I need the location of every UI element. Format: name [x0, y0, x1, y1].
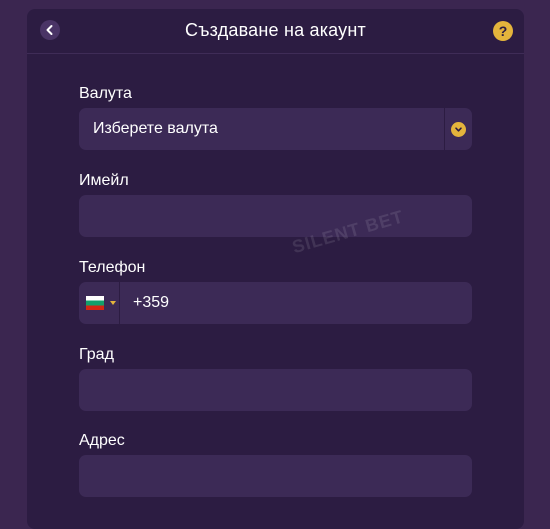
city-field-box [79, 369, 472, 411]
currency-label: Валута [79, 85, 132, 102]
chevron-down-icon[interactable] [451, 122, 466, 137]
phone-prefix: +359 [133, 294, 170, 311]
phone-field[interactable]: +359 [79, 282, 472, 324]
address-field-box [79, 455, 472, 497]
city-field[interactable] [79, 369, 472, 411]
header-bar: Създаване на акаунт ? [27, 9, 524, 54]
caret-down-icon [110, 301, 116, 305]
create-account-panel: Създаване на акаунт ? Валута Изберете ва… [27, 9, 524, 529]
select-divider [444, 108, 445, 150]
chevron-down-glyph [455, 127, 462, 132]
currency-select-value: Изберете валута [93, 120, 218, 137]
currency-select[interactable]: Изберете валута [79, 108, 472, 150]
city-label: Град [79, 346, 114, 363]
email-field[interactable] [79, 195, 472, 237]
address-field[interactable] [79, 455, 472, 497]
address-label: Адрес [79, 432, 125, 449]
country-code-selector[interactable] [79, 282, 120, 324]
email-field-box [79, 195, 472, 237]
email-label: Имейл [79, 172, 129, 189]
help-button[interactable]: ? [493, 21, 513, 41]
bulgaria-flag-icon [86, 296, 104, 310]
phone-label: Телефон [79, 259, 146, 276]
page-title: Създаване на акаунт [185, 20, 366, 40]
